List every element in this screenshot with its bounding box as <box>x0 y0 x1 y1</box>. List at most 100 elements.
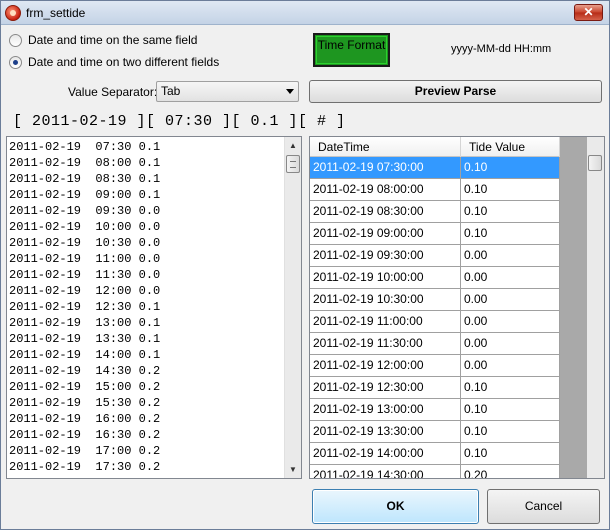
raw-line: 2011-02-19 16:00 0.2 <box>9 412 161 426</box>
raw-line: 2011-02-19 10:30 0.0 <box>9 236 161 250</box>
cell-datetime[interactable]: 2011-02-19 09:00:00 <box>310 223 461 244</box>
value-separator-value: Tab <box>161 84 181 98</box>
value-separator-select[interactable]: Tab <box>156 81 299 102</box>
table-row[interactable]: 2011-02-19 14:00:00 0.10 <box>310 443 560 465</box>
radio-same-field-label: Date and time on the same field <box>28 33 198 47</box>
cell-datetime[interactable]: 2011-02-19 13:00:00 <box>310 399 461 420</box>
raw-line: 2011-02-19 11:00 0.0 <box>9 252 161 266</box>
raw-line: 2011-02-19 15:00 0.2 <box>9 380 161 394</box>
cell-datetime[interactable]: 2011-02-19 13:30:00 <box>310 421 461 442</box>
cell-datetime[interactable]: 2011-02-19 10:00:00 <box>310 267 461 288</box>
table-row[interactable]: 2011-02-19 08:30:00 0.10 <box>310 201 560 223</box>
cell-datetime[interactable]: 2011-02-19 09:30:00 <box>310 245 461 266</box>
raw-line: 2011-02-19 08:00 0.1 <box>9 156 161 170</box>
time-format-string: yyyy-MM-dd HH:mm <box>451 43 552 55</box>
ok-button[interactable]: OK <box>312 489 479 524</box>
cell-tide-value[interactable]: 0.10 <box>461 223 560 244</box>
grid-rows: 2011-02-19 07:30:00 0.10 2011-02-19 08:00:… <box>310 157 560 478</box>
column-header-datetime[interactable]: DateTime <box>310 137 461 157</box>
radio-two-fields[interactable] <box>9 55 22 69</box>
column-header-tide-value[interactable]: Tide Value <box>461 137 560 157</box>
raw-line: 2011-02-19 09:30 0.0 <box>9 204 161 218</box>
scroll-thumb[interactable] <box>286 155 300 173</box>
raw-line: 2011-02-19 17:00 0.2 <box>9 444 161 458</box>
cell-datetime[interactable]: 2011-02-19 11:00:00 <box>310 311 461 332</box>
cell-tide-value[interactable]: 0.10 <box>461 179 560 200</box>
raw-line: 2011-02-19 12:00 0.0 <box>9 284 161 298</box>
raw-line: 2011-02-19 14:30 0.2 <box>9 364 161 378</box>
cell-tide-value[interactable]: 0.00 <box>461 267 560 288</box>
cell-tide-value[interactable]: 0.00 <box>461 245 560 266</box>
parse-pattern: [ 2011-02-19 ][ 07:30 ][ 0.1 ][ # ] <box>13 113 346 130</box>
raw-line: 2011-02-19 17:30 0.2 <box>9 460 161 474</box>
table-row[interactable]: 2011-02-19 13:30:00 0.10 <box>310 421 560 443</box>
scroll-down-icon[interactable]: ▼ <box>285 461 301 478</box>
option-same-field[interactable]: Date and time on the same field <box>9 32 197 48</box>
app-icon <box>5 5 21 21</box>
cell-datetime[interactable]: 2011-02-19 14:30:00 <box>310 465 461 478</box>
raw-line: 2011-02-19 16:30 0.2 <box>9 428 161 442</box>
cell-tide-value[interactable]: 0.10 <box>461 377 560 398</box>
raw-line: 2011-02-19 10:00 0.0 <box>9 220 161 234</box>
raw-line: 2011-02-19 14:00 0.1 <box>9 348 161 362</box>
raw-line: 2011-02-19 15:30 0.2 <box>9 396 161 410</box>
table-row[interactable]: 2011-02-19 10:00:00 0.00 <box>310 267 560 289</box>
cell-tide-value[interactable]: 0.10 <box>461 201 560 222</box>
table-row[interactable]: 2011-02-19 12:00:00 0.00 <box>310 355 560 377</box>
cell-datetime[interactable]: 2011-02-19 08:00:00 <box>310 179 461 200</box>
raw-lines: 2011-02-19 07:30 0.1 2011-02-19 08:00 0.1… <box>9 139 160 475</box>
grid-header: DateTime Tide Value <box>310 137 560 157</box>
cell-tide-value[interactable]: 0.00 <box>461 333 560 354</box>
raw-line: 2011-02-19 08:30 0.1 <box>9 172 161 186</box>
raw-text-box[interactable]: 2011-02-19 07:30 0.1 2011-02-19 08:00 0.1… <box>6 136 302 479</box>
table-row[interactable]: 2011-02-19 08:00:00 0.10 <box>310 179 560 201</box>
settide-window: frm_settide ✕ Date and time on the same … <box>0 0 610 530</box>
cell-tide-value[interactable]: 0.00 <box>461 289 560 310</box>
table-row[interactable]: 2011-02-19 11:30:00 0.00 <box>310 333 560 355</box>
table-row[interactable]: 2011-02-19 13:00:00 0.10 <box>310 399 560 421</box>
cell-datetime[interactable]: 2011-02-19 11:30:00 <box>310 333 461 354</box>
cancel-button[interactable]: Cancel <box>487 489 600 524</box>
table-row[interactable]: 2011-02-19 09:00:00 0.10 <box>310 223 560 245</box>
cell-datetime[interactable]: 2011-02-19 07:30:00 <box>310 157 461 178</box>
cell-datetime[interactable]: 2011-02-19 10:30:00 <box>310 289 461 310</box>
cell-tide-value[interactable]: 0.10 <box>461 421 560 442</box>
time-format-button[interactable]: Time Format <box>313 33 390 67</box>
close-button[interactable]: ✕ <box>574 4 603 21</box>
chevron-down-icon <box>286 89 294 94</box>
radio-same-field[interactable] <box>9 33 22 47</box>
table-row[interactable]: 2011-02-19 07:30:00 0.10 <box>310 157 560 179</box>
option-two-fields[interactable]: Date and time on two different fields <box>9 54 219 70</box>
table-row[interactable]: 2011-02-19 12:30:00 0.10 <box>310 377 560 399</box>
raw-line: 2011-02-19 13:00 0.1 <box>9 316 161 330</box>
raw-line: 2011-02-19 11:30 0.0 <box>9 268 161 282</box>
cell-datetime[interactable]: 2011-02-19 12:00:00 <box>310 355 461 376</box>
parsed-grid[interactable]: DateTime Tide Value 2011-02-19 07:30:00 0… <box>309 136 605 479</box>
cell-tide-value[interactable]: 0.10 <box>461 443 560 464</box>
table-row[interactable]: 2011-02-19 09:30:00 0.00 <box>310 245 560 267</box>
title-bar[interactable]: frm_settide ✕ <box>1 1 609 25</box>
grid-scrollbar[interactable] <box>587 137 604 478</box>
cell-datetime[interactable]: 2011-02-19 12:30:00 <box>310 377 461 398</box>
preview-parse-button[interactable]: Preview Parse <box>309 80 602 103</box>
raw-scrollbar[interactable]: ▲ ▼ <box>284 137 301 478</box>
raw-line: 2011-02-19 09:00 0.1 <box>9 188 161 202</box>
table-row[interactable]: 2011-02-19 11:00:00 0.00 <box>310 311 560 333</box>
raw-line: 2011-02-19 07:30 0.1 <box>9 140 161 154</box>
window-title: frm_settide <box>26 6 86 20</box>
raw-line: 2011-02-19 12:30 0.1 <box>9 300 161 314</box>
table-row[interactable]: 2011-02-19 14:30:00 0.20 <box>310 465 560 478</box>
value-separator-label: Value Separator: <box>68 85 158 99</box>
cell-datetime[interactable]: 2011-02-19 08:30:00 <box>310 201 461 222</box>
cell-tide-value[interactable]: 0.10 <box>461 399 560 420</box>
raw-line: 2011-02-19 13:30 0.1 <box>9 332 161 346</box>
cell-tide-value[interactable]: 0.20 <box>461 465 560 478</box>
cell-tide-value[interactable]: 0.00 <box>461 311 560 332</box>
radio-two-fields-label: Date and time on two different fields <box>28 55 220 69</box>
cell-tide-value[interactable]: 0.00 <box>461 355 560 376</box>
grid-scroll-thumb[interactable] <box>588 155 602 171</box>
table-row[interactable]: 2011-02-19 10:30:00 0.00 <box>310 289 560 311</box>
cell-tide-value[interactable]: 0.10 <box>461 157 560 178</box>
scroll-up-icon[interactable]: ▲ <box>285 137 301 154</box>
cell-datetime[interactable]: 2011-02-19 14:00:00 <box>310 443 461 464</box>
